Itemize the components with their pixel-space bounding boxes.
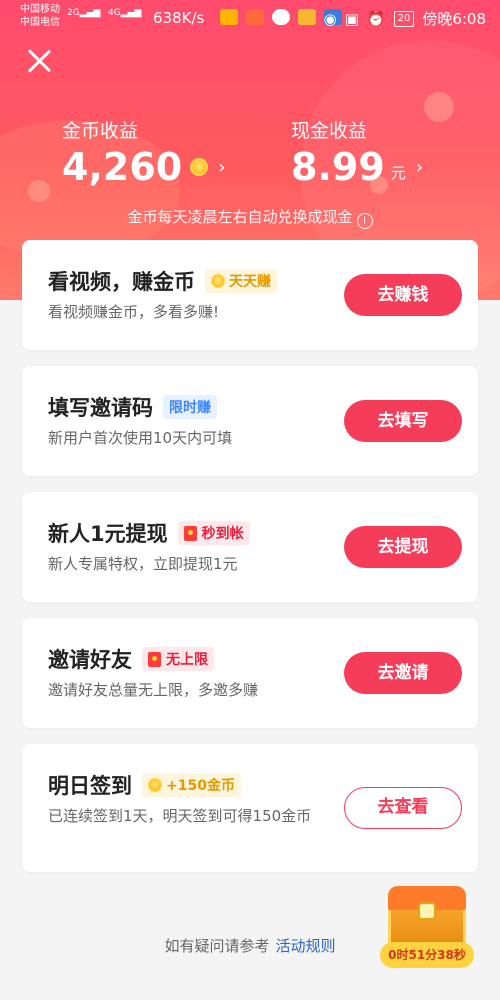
carrier-2: 中国电信 (20, 17, 60, 28)
task-card-sign-in: 明日签到 +150金币 已连续签到1天，明天签到可得150金币 去查看 (22, 744, 478, 872)
task-badge-text: +150金币 (166, 778, 235, 794)
task-description: 已连续签到1天，明天签到可得150金币 (48, 807, 312, 825)
eye-icon: ◉ (323, 9, 337, 28)
view-button[interactable]: 去查看 (344, 787, 462, 829)
clock: 傍晚6:08 (422, 10, 486, 28)
task-badge-text: 无上限 (166, 652, 208, 668)
task-description: 新人专属特权，立即提现1元 (48, 555, 238, 573)
task-title: 看视频，赚金币 (48, 270, 195, 294)
task-badge: 限时赚 (163, 395, 217, 419)
task-title: 填写邀请码 (48, 396, 153, 420)
coin-earnings-amount: 4,260 (62, 145, 183, 189)
app-notification-icon (298, 9, 316, 25)
task-title: 邀请好友 (48, 648, 132, 672)
invite-button[interactable]: 去邀请 (344, 652, 462, 694)
footer-text: 如有疑问请参考 (164, 937, 270, 955)
network-type-2: 4G (108, 8, 121, 18)
red-envelope-icon (148, 651, 161, 667)
cash-earnings-label: 现金收益 (291, 120, 368, 142)
earn-money-button[interactable]: 去赚钱 (344, 274, 462, 316)
battery-icon: 20 (393, 10, 415, 27)
coin-icon (190, 158, 209, 176)
app-notification-icon (246, 9, 264, 25)
task-title: 新人1元提现 (48, 522, 168, 546)
chevron-right-icon: › (415, 156, 423, 178)
header-decoration (28, 180, 50, 202)
task-badge: 无上限 (142, 647, 214, 671)
network-type-1: 2G (67, 8, 80, 18)
qq-icon (272, 9, 290, 25)
coin-icon (148, 778, 162, 792)
task-title: 明日签到 (48, 774, 132, 798)
task-card-watch-video: 看视频，赚金币 天天赚 看视频赚金币，多看多赚! 去赚钱 (22, 240, 478, 350)
system-status: ◉ ▣ ⏰ 20 傍晚6:08 (324, 8, 486, 29)
close-icon[interactable] (26, 48, 52, 74)
coin-earnings[interactable]: 金币收益 4,260 › (62, 116, 225, 189)
treasure-chest[interactable]: 0时51分38秒 (380, 880, 474, 970)
rules-link[interactable]: 活动规则 (276, 937, 336, 955)
exchange-note-text: 金币每天凌晨左右自动兑换成现金 (127, 208, 353, 226)
task-description: 新用户首次使用10天内可填 (48, 429, 233, 447)
coin-icon (211, 274, 225, 288)
task-badge-text: 天天赚 (229, 274, 271, 290)
network-speed: 638K/s (153, 9, 205, 27)
status-bar: 中国移动 中国电信 2G▂▄▆ 4G▂▄▆ 638K/s ◉ ▣ ⏰ 20 傍晚… (0, 0, 500, 34)
task-description: 邀请好友总量无上限，多邀多赚 (48, 681, 259, 699)
task-card-new-user-withdraw: 新人1元提现 秒到帐 新人专属特权，立即提现1元 去提现 (22, 492, 478, 602)
app-notification-icon (220, 9, 238, 25)
alarm-icon: ⏰ (366, 9, 386, 28)
fill-code-button[interactable]: 去填写 (344, 400, 462, 442)
red-envelope-icon (183, 525, 197, 541)
task-badge: 天天赚 (205, 269, 277, 293)
chest-timer: 0时51分38秒 (380, 942, 474, 968)
task-badge: +150金币 (142, 773, 241, 797)
exchange-note: 金币每天凌晨左右自动兑换成现金 i (0, 206, 500, 229)
task-badge: 秒到帐 (177, 521, 250, 545)
carrier-names: 中国移动 中国电信 (20, 3, 60, 29)
coin-earnings-label: 金币收益 (62, 120, 139, 142)
task-card-invite-friends: 邀请好友 无上限 邀请好友总量无上限，多邀多赚 去邀请 (22, 618, 478, 728)
cash-earnings-amount: 8.99 (291, 145, 385, 189)
signal-icon: 2G▂▄▆ (67, 8, 101, 18)
task-card-invite-code: 填写邀请码 限时赚 新用户首次使用10天内可填 去填写 (22, 366, 478, 476)
withdraw-button[interactable]: 去提现 (344, 526, 462, 568)
cash-earnings[interactable]: 现金收益 8.99 元 › (291, 116, 423, 189)
carrier-1: 中国移动 (20, 4, 60, 15)
signal-icon: 4G▂▄▆ (108, 8, 142, 18)
cash-unit: 元 (390, 163, 406, 182)
task-description: 看视频赚金币，多看多赚! (48, 303, 220, 321)
header-decoration (424, 92, 454, 122)
nfc-icon: ▣ (344, 9, 359, 28)
chevron-right-icon: › (218, 156, 226, 178)
chest-lock (418, 902, 436, 920)
task-badge-text: 秒到帐 (201, 526, 244, 542)
info-icon[interactable]: i (356, 213, 373, 229)
